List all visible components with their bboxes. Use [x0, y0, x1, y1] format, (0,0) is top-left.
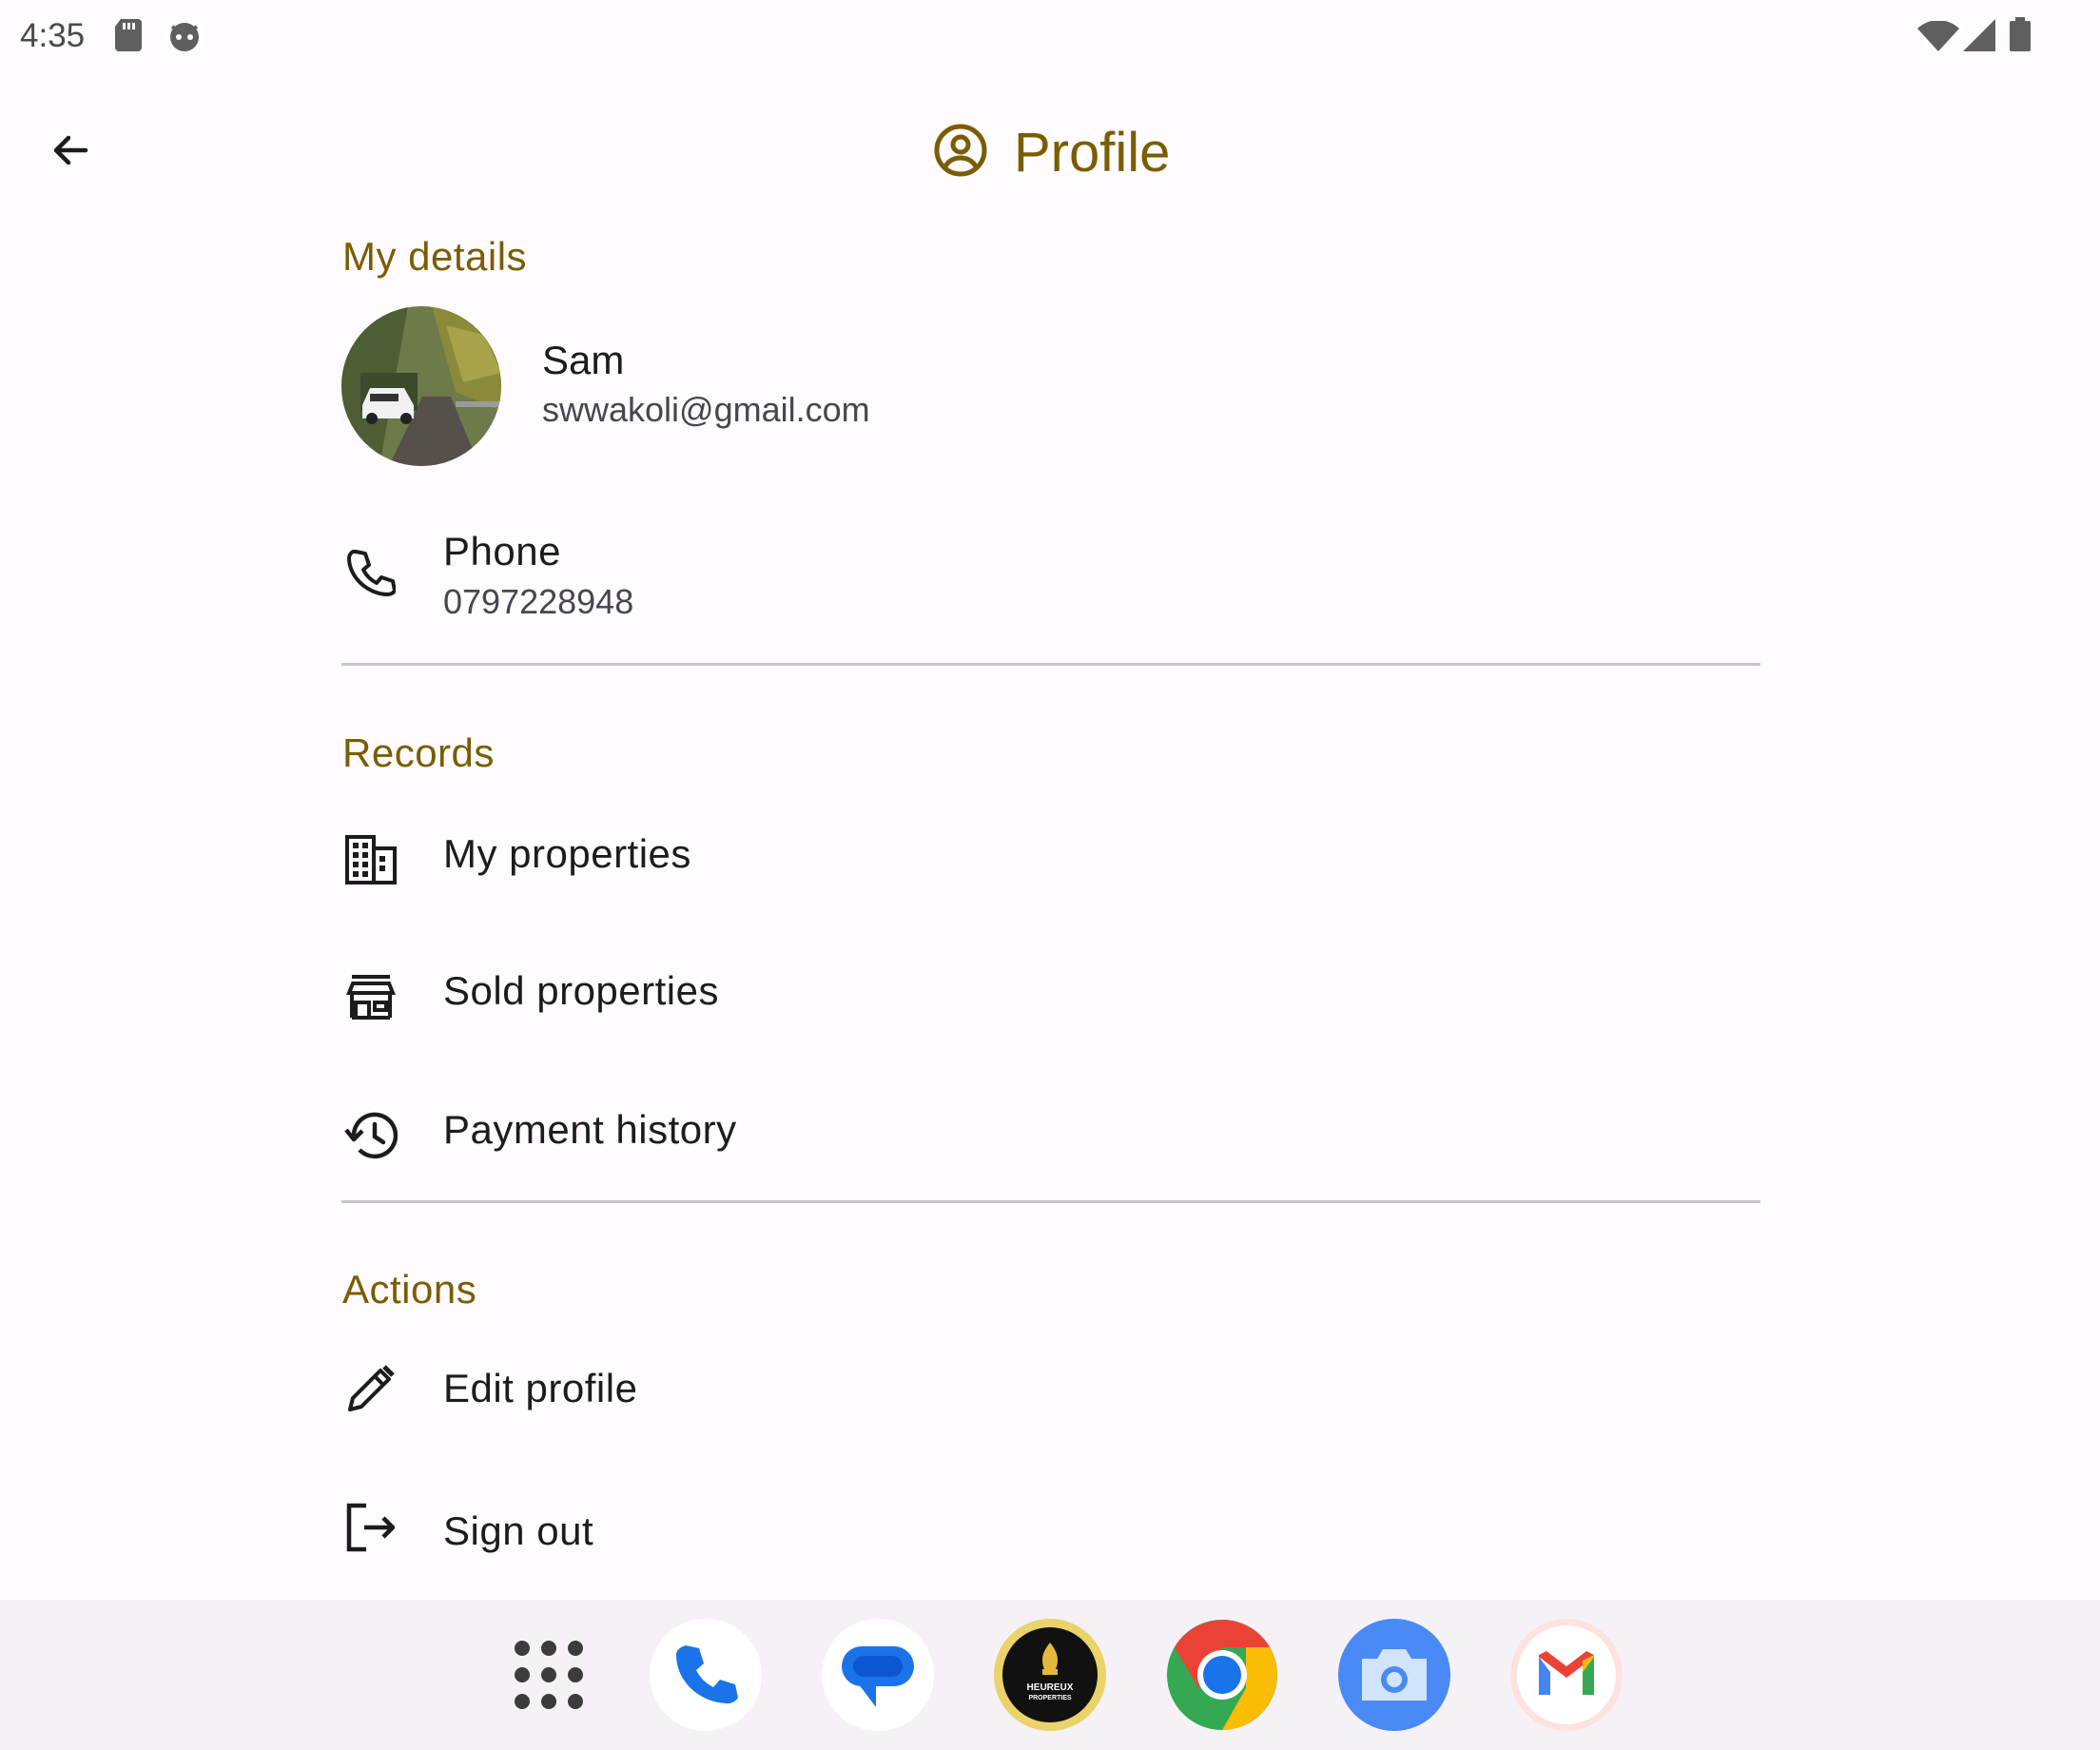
svg-text:PROPERTIES: PROPERTIES: [1028, 1695, 1071, 1701]
camera-app-icon[interactable]: [1338, 1619, 1450, 1731]
cat-face-icon: [167, 19, 202, 58]
battery-icon: [2010, 17, 2031, 56]
phone-icon: [340, 542, 401, 603]
storefront-icon: [340, 966, 401, 1027]
chrome-app-icon[interactable]: [1166, 1619, 1278, 1731]
history-icon: [340, 1105, 401, 1166]
phone-app-icon[interactable]: [650, 1619, 762, 1731]
sd-card-icon: [115, 19, 144, 56]
signal-icon: [1963, 19, 1995, 56]
pencil-icon: [340, 1358, 401, 1419]
divider: [341, 1200, 1760, 1203]
section-heading-records: Records: [342, 730, 495, 775]
avatar[interactable]: [341, 306, 501, 466]
section-heading-actions: Actions: [342, 1267, 477, 1312]
section-heading-my-details: My details: [342, 234, 528, 279]
status-time: 4:35: [20, 17, 86, 54]
account-circle-icon: [932, 122, 989, 184]
edit-profile-button[interactable]: Edit profile: [323, 1335, 1779, 1440]
phone-value: 0797228948: [443, 582, 634, 621]
svg-text:HEUREUX: HEUREUX: [1027, 1682, 1074, 1693]
list-item-label: Payment history: [443, 1107, 737, 1152]
logout-icon: [340, 1497, 401, 1558]
back-button[interactable]: [42, 122, 99, 179]
building-icon: [340, 829, 401, 890]
user-email: swwakoli@gmail.com: [542, 390, 870, 429]
gmail-app-icon[interactable]: [1510, 1619, 1623, 1731]
list-item-label: Edit profile: [443, 1366, 638, 1410]
list-item-payment-history[interactable]: Payment history: [323, 1084, 1779, 1189]
page-title-group: Profile: [932, 116, 1170, 188]
divider: [341, 663, 1760, 666]
heureux-properties-app-icon[interactable]: HEUREUX PROPERTIES: [994, 1619, 1106, 1731]
page-title: Profile: [1014, 121, 1171, 184]
back-arrow-icon: [53, 135, 88, 165]
phone-label: Phone: [443, 529, 561, 574]
list-item-sold-properties[interactable]: Sold properties: [323, 945, 1779, 1050]
app-drawer-icon[interactable]: [493, 1619, 605, 1731]
list-item-label: My properties: [443, 831, 691, 876]
list-item-label: Sign out: [443, 1508, 594, 1553]
messages-app-icon[interactable]: [822, 1619, 934, 1731]
user-name: Sam: [542, 338, 625, 382]
sign-out-button[interactable]: Sign out: [323, 1476, 1779, 1581]
wifi-icon: [1917, 20, 1959, 56]
list-item-label: Sold properties: [443, 968, 719, 1013]
list-item-my-properties[interactable]: My properties: [323, 808, 1779, 913]
